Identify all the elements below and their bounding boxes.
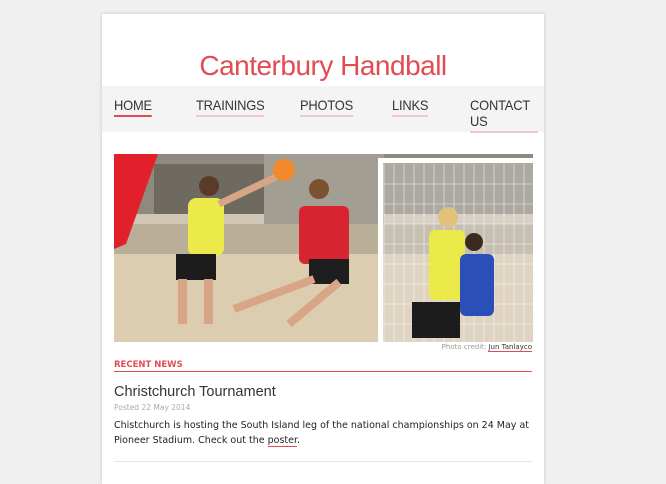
hero-photo xyxy=(114,154,533,342)
main-nav: HOME TRAININGS PHOTOS LINKS CONTACT US xyxy=(102,86,544,133)
nav-trainings[interactable]: TRAININGS xyxy=(196,97,265,117)
nav-contact-us[interactable]: CONTACT US xyxy=(470,97,539,133)
page-container: Canterbury Handball HOME TRAININGS PHOTO… xyxy=(102,14,544,484)
photo-credit: Photo credit: Jun Tanlayco xyxy=(441,343,532,352)
post-date: Posted 22 May 2014 xyxy=(114,403,191,412)
photo-credit-link[interactable]: Jun Tanlayco xyxy=(488,343,532,352)
post-body: Chistchurch is hosting the South Island … xyxy=(114,419,534,448)
photo-credit-prefix: Photo credit: xyxy=(441,343,487,351)
recent-news-heading: RECENT NEWS xyxy=(114,360,532,372)
poster-link[interactable]: poster xyxy=(267,434,298,447)
nav-photos[interactable]: PHOTOS xyxy=(300,97,353,117)
site-title: Canterbury Handball xyxy=(199,50,447,81)
nav-links[interactable]: LINKS xyxy=(392,97,428,117)
post-body-text: Chistchurch is hosting the South Island … xyxy=(114,420,529,446)
divider xyxy=(114,461,532,462)
post-body-end: . xyxy=(297,434,301,446)
nav-home[interactable]: HOME xyxy=(114,97,152,117)
post-title[interactable]: Christchurch Tournament xyxy=(114,384,276,400)
